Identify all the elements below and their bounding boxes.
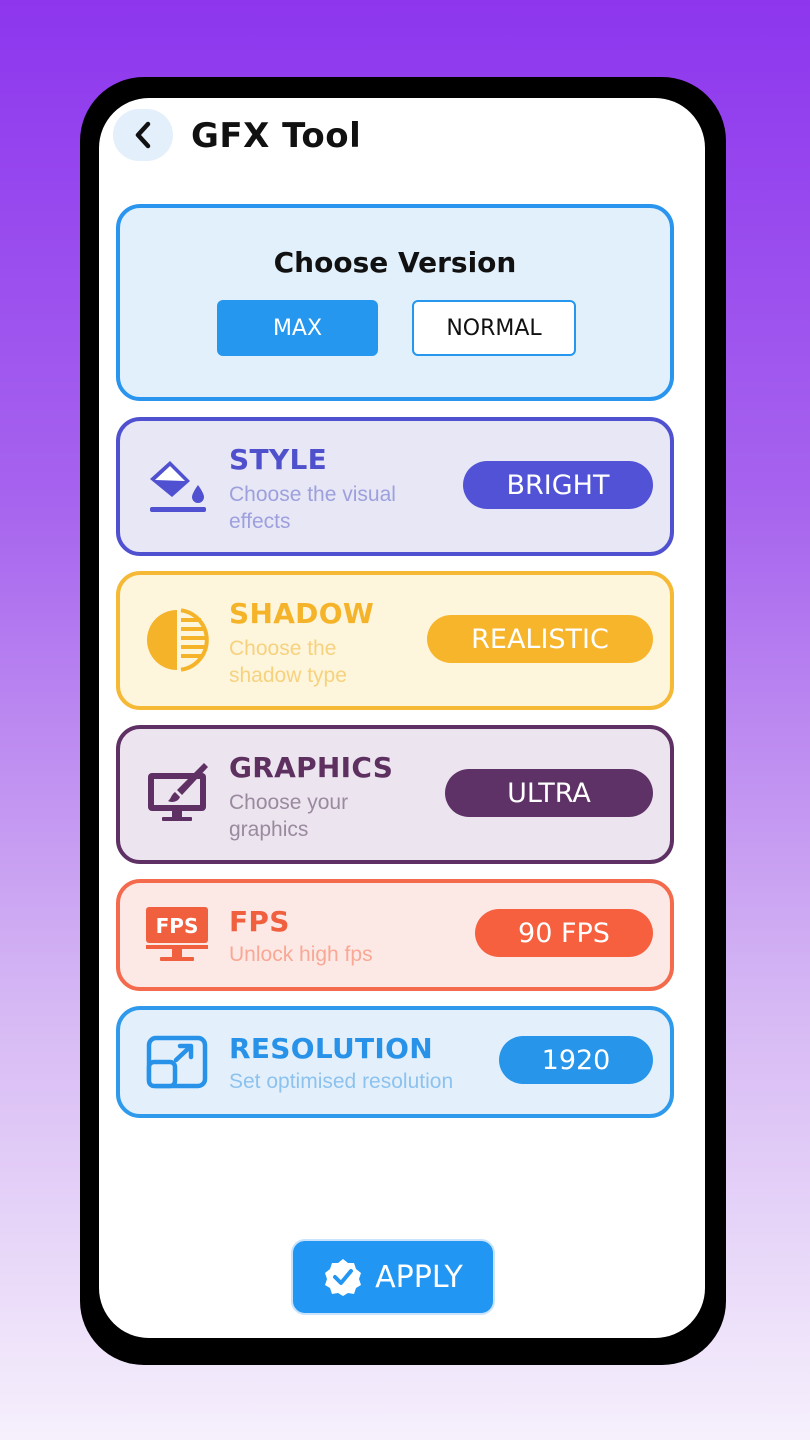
version-card: Choose Version MAX NORMAL [116,204,674,401]
graphics-description: Choose your graphics [229,791,349,841]
fps-value-button[interactable]: 90 FPS [475,909,653,957]
shadow-value-button[interactable]: REALISTIC [427,615,653,663]
style-value-button[interactable]: BRIGHT [463,461,653,509]
svg-text:FPS: FPS [156,914,199,938]
fps-card: FPS FPS Unlock high fps 90 FPS [116,879,674,991]
fps-monitor-icon: FPS [146,907,208,961]
version-title: Choose Version [273,246,517,279]
monitor-brush-icon [148,763,208,821]
resolution-title: RESOLUTION [229,1032,433,1065]
chevron-left-icon [135,121,151,149]
paint-bucket-icon [150,461,206,512]
fps-description: Unlock high fps [229,943,373,966]
resolution-card: RESOLUTION Set optimised resolution 1920 [116,1006,674,1118]
resolution-description: Set optimised resolution [229,1070,454,1093]
style-title: STYLE [229,443,328,476]
page-title: GFX Tool [191,116,362,156]
graphics-card: GRAPHICS Choose your graphics ULTRA [116,725,674,864]
normal-version-button[interactable]: NORMAL [412,300,576,356]
resolution-value-button[interactable]: 1920 [499,1036,653,1084]
back-button[interactable] [113,109,173,161]
phone-frame: GFX Tool Choose Version MAX NORMAL STYLE… [80,77,726,1365]
graphics-title: GRAPHICS [229,751,394,784]
app-screen: GFX Tool Choose Version MAX NORMAL STYLE… [99,98,705,1338]
resize-icon [146,1035,208,1089]
graphics-value-button[interactable]: ULTRA [445,769,653,817]
half-circle-shadow-icon [147,608,209,672]
apply-button[interactable]: APPLY [291,1239,495,1315]
style-card: STYLE Choose the visual effects BRIGHT [116,417,674,556]
apply-label: APPLY [375,1259,463,1295]
max-version-button[interactable]: MAX [217,300,378,356]
shadow-title: SHADOW [229,597,374,630]
shadow-card: SHADOW Choose the shadow type REALISTIC [116,571,674,710]
fps-title: FPS [229,905,290,938]
style-description: Choose the visual effects [229,483,396,533]
shadow-description: Choose the shadow type [229,637,347,687]
check-badge-icon [325,1259,362,1296]
